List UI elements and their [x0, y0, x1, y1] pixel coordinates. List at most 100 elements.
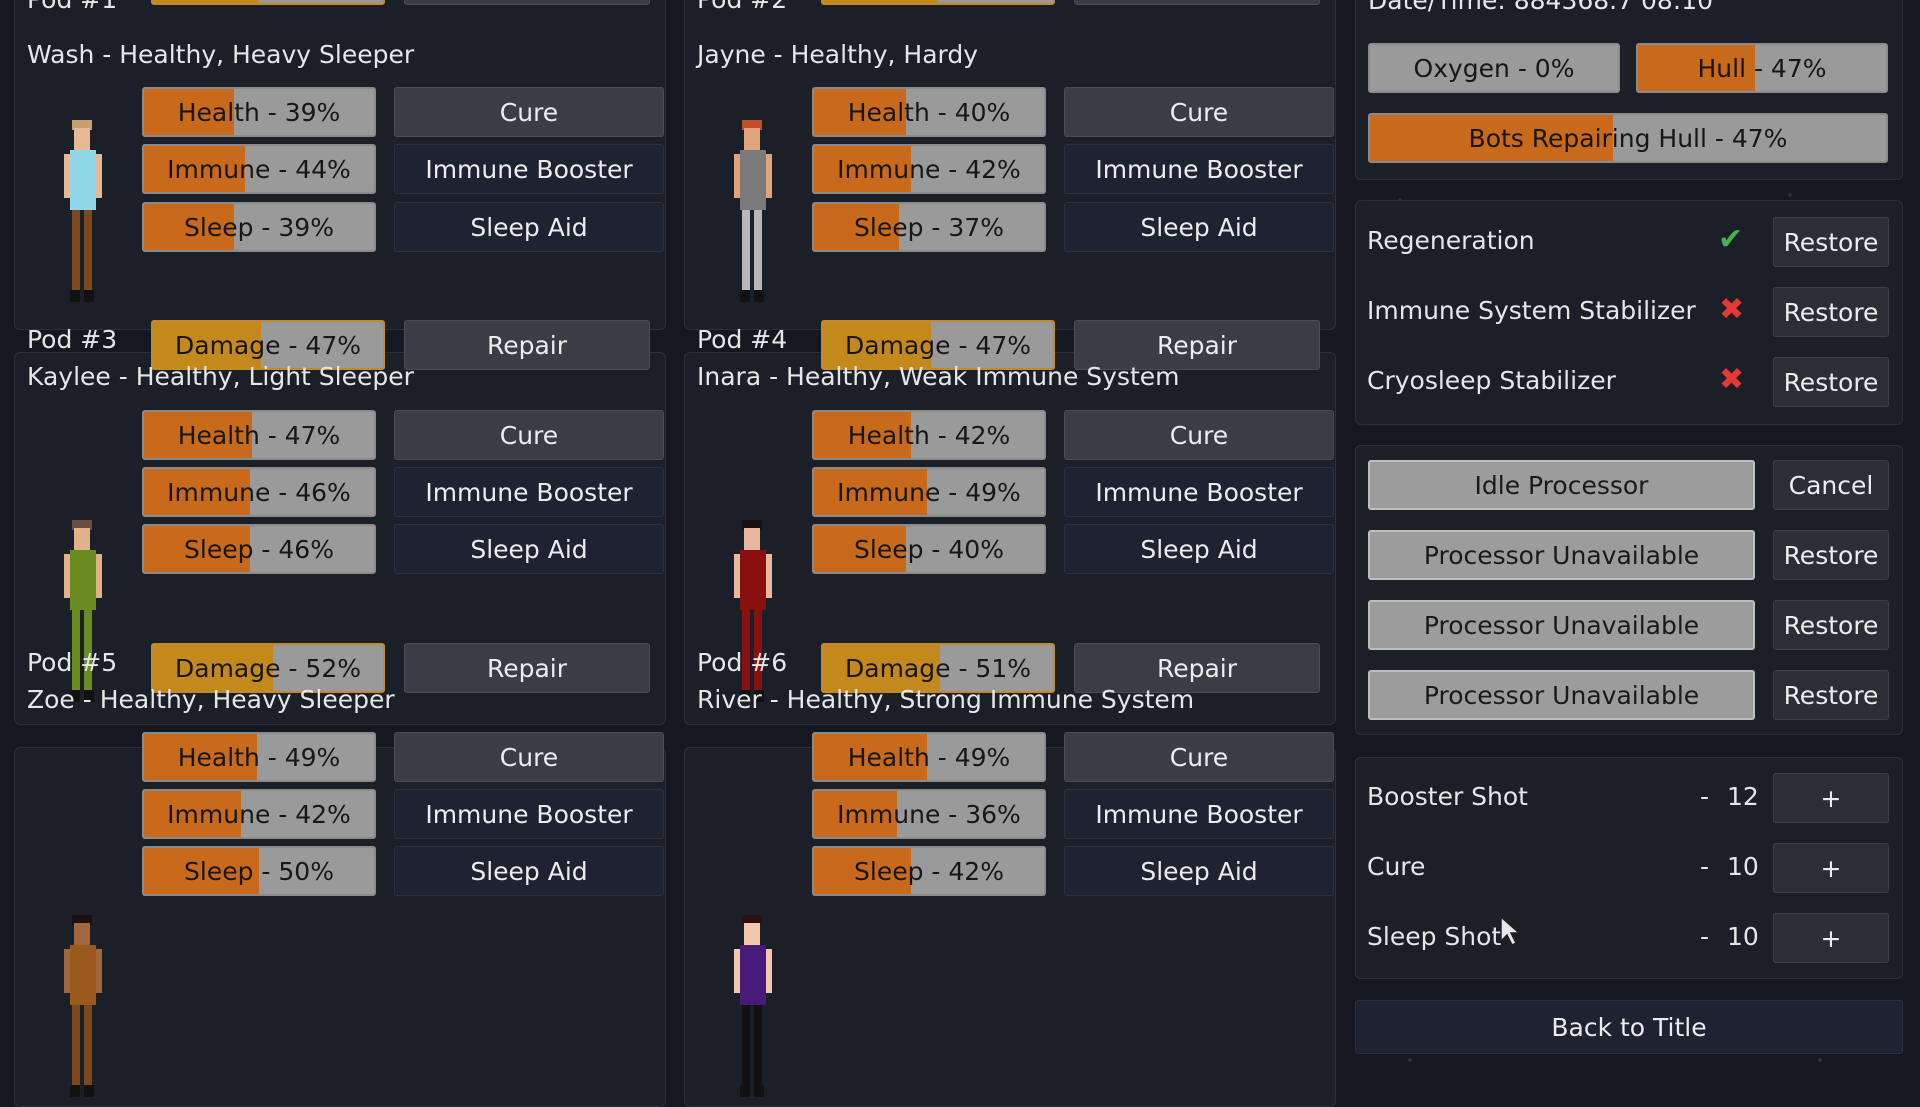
pod-title: Pod #3: [27, 325, 118, 354]
sleep-aid-button[interactable]: Sleep Aid: [394, 524, 664, 574]
sleep-aid-button[interactable]: Sleep Aid: [394, 846, 664, 896]
decrement-button[interactable]: -: [1700, 852, 1709, 881]
system-name-cryosleep-stabilizer: Cryosleep Stabilizer: [1367, 366, 1616, 395]
processor-restore-button-4[interactable]: Restore: [1773, 670, 1889, 720]
pod-title: Pod #6: [697, 648, 788, 677]
damage-label: Damage - 50%: [823, 0, 1053, 3]
immune-label: Immune - 42%: [167, 799, 351, 829]
health-label: Health - 49%: [177, 742, 341, 772]
cure-button[interactable]: Cure: [394, 732, 664, 782]
crew-sprite: [734, 915, 772, 1097]
processor-restore-button-3[interactable]: Restore: [1773, 600, 1889, 650]
restore-regeneration-button[interactable]: Restore: [1773, 217, 1889, 267]
immune-booster-button[interactable]: Immune Booster: [394, 789, 664, 839]
repair-pod-1-button[interactable]: Repair: [404, 0, 650, 5]
repair-pod-2-button[interactable]: Repair: [1074, 0, 1320, 5]
health-bar: Health - 40%: [812, 87, 1046, 137]
sleep-aid-button[interactable]: Sleep Aid: [1064, 524, 1334, 574]
sleep-bar: Sleep - 50%: [142, 846, 376, 896]
check-icon: ✔: [1718, 222, 1744, 257]
health-bar: Health - 42%: [812, 410, 1046, 460]
cure-button[interactable]: Cure: [1064, 732, 1334, 782]
processor-cancel-button[interactable]: Cancel: [1773, 460, 1889, 510]
repair-pod-5-button[interactable]: Repair: [404, 643, 650, 693]
repair-pod-3-button[interactable]: Repair: [404, 320, 650, 370]
immune-bar: Immune - 49%: [812, 467, 1046, 517]
crew-status: Jayne - Healthy, Hardy: [697, 40, 979, 69]
crew-sprite: [734, 520, 772, 702]
inventory-item-name: Sleep Shot: [1367, 922, 1502, 951]
hull-label: Hull - 47%: [1697, 53, 1827, 83]
crew-sprite: [64, 915, 102, 1097]
sleep-bar: Sleep - 39%: [142, 202, 376, 252]
datetime-readout: Date/Time: 884368.7 08:10: [1368, 0, 1714, 15]
health-label: Health - 49%: [847, 742, 1011, 772]
inventory-count: 10: [1727, 922, 1759, 951]
restore-immune-stabilizer-button[interactable]: Restore: [1773, 287, 1889, 337]
decrement-button[interactable]: -: [1700, 922, 1709, 951]
damage-bar: Damage - 46%: [151, 0, 385, 5]
processor-slot-1[interactable]: Idle Processor: [1368, 460, 1755, 510]
processor-slot-4[interactable]: Processor Unavailable: [1368, 670, 1755, 720]
inventory-count: 12: [1727, 782, 1759, 811]
immune-booster-button[interactable]: Immune Booster: [1064, 789, 1334, 839]
health-bar: Health - 49%: [142, 732, 376, 782]
processor-slot-2[interactable]: Processor Unavailable: [1368, 530, 1755, 580]
inventory-item-name: Booster Shot: [1367, 782, 1528, 811]
cross-icon: ✖: [1719, 292, 1745, 327]
cure-button[interactable]: Cure: [394, 410, 664, 460]
processor-slot-3[interactable]: Processor Unavailable: [1368, 600, 1755, 650]
immune-booster-button[interactable]: Immune Booster: [1064, 144, 1334, 194]
processor-restore-button-2[interactable]: Restore: [1773, 530, 1889, 580]
increment-button[interactable]: +: [1773, 843, 1889, 893]
health-bar: Health - 49%: [812, 732, 1046, 782]
increment-button[interactable]: +: [1773, 773, 1889, 823]
bots-repair-bar: Bots Repairing Hull - 47%: [1368, 113, 1888, 163]
decrement-button[interactable]: -: [1700, 782, 1709, 811]
sleep-bar: Sleep - 46%: [142, 524, 376, 574]
bots-repair-label: Bots Repairing Hull - 47%: [1468, 123, 1788, 153]
health-label: Health - 47%: [177, 420, 341, 450]
cure-button[interactable]: Cure: [1064, 87, 1334, 137]
crew-sprite: [64, 520, 102, 702]
hull-bar: Hull - 47%: [1636, 43, 1888, 93]
sleep-label: Sleep - 39%: [184, 212, 334, 242]
crew-sprite: [734, 120, 772, 302]
health-label: Health - 39%: [177, 97, 341, 127]
pod-title: Pod #2: [697, 0, 787, 14]
system-name-regeneration: Regeneration: [1367, 226, 1535, 255]
immune-bar: Immune - 46%: [142, 467, 376, 517]
back-to-title-button[interactable]: Back to Title: [1355, 1000, 1903, 1054]
sleep-aid-button[interactable]: Sleep Aid: [1064, 846, 1334, 896]
restore-cryosleep-stabilizer-button[interactable]: Restore: [1773, 357, 1889, 407]
immune-bar: Immune - 42%: [812, 144, 1046, 194]
increment-button[interactable]: +: [1773, 913, 1889, 963]
health-label: Health - 42%: [847, 420, 1011, 450]
crew-status: Kaylee - Healthy, Light Sleeper: [27, 362, 414, 391]
sleep-label: Sleep - 37%: [854, 212, 1004, 242]
immune-booster-button[interactable]: Immune Booster: [1064, 467, 1334, 517]
immune-booster-button[interactable]: Immune Booster: [394, 144, 664, 194]
inventory-item-name: Cure: [1367, 852, 1426, 881]
immune-booster-button[interactable]: Immune Booster: [394, 467, 664, 517]
system-name-immune-stabilizer: Immune System Stabilizer: [1367, 296, 1696, 325]
sleep-label: Sleep - 40%: [854, 534, 1004, 564]
immune-label: Immune - 42%: [837, 154, 1021, 184]
sleep-label: Sleep - 42%: [854, 856, 1004, 886]
sleep-label: Sleep - 46%: [184, 534, 334, 564]
cure-button[interactable]: Cure: [394, 87, 664, 137]
crew-sprite: [64, 120, 102, 302]
sleep-bar: Sleep - 37%: [812, 202, 1046, 252]
sleep-aid-button[interactable]: Sleep Aid: [394, 202, 664, 252]
pod-title: Pod #4: [697, 325, 788, 354]
immune-label: Immune - 36%: [837, 799, 1021, 829]
damage-label: Damage - 46%: [153, 0, 383, 3]
damage-bar: Damage - 50%: [821, 0, 1055, 5]
cross-icon: ✖: [1719, 362, 1745, 397]
crew-status: Wash - Healthy, Heavy Sleeper: [27, 40, 415, 69]
sleep-bar: Sleep - 40%: [812, 524, 1046, 574]
oxygen-label: Oxygen - 0%: [1413, 53, 1575, 83]
crew-status: River - Healthy, Strong Immune System: [697, 685, 1195, 714]
cure-button[interactable]: Cure: [1064, 410, 1334, 460]
sleep-aid-button[interactable]: Sleep Aid: [1064, 202, 1334, 252]
